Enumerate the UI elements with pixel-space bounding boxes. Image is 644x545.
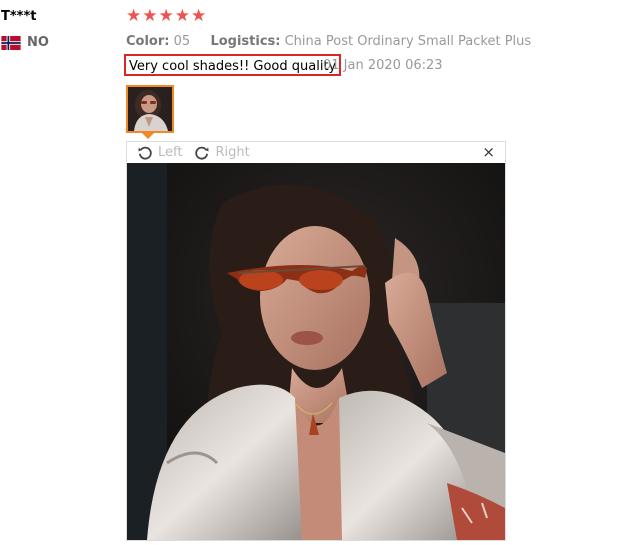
review-photo-large <box>127 163 505 540</box>
review-photo-image <box>127 163 505 540</box>
reviewer-name: T***t <box>1 9 37 24</box>
review-text: Very cool shades!! Good quality <box>124 54 342 76</box>
rotate-left-icon <box>138 146 152 160</box>
close-viewer-button[interactable]: × <box>482 144 495 160</box>
review-photo-thumbnail[interactable] <box>126 85 174 133</box>
star-icon: ★ <box>191 6 207 26</box>
color-label: Color: <box>126 34 170 49</box>
star-icon: ★ <box>174 6 190 26</box>
rotate-left-button[interactable]: Left <box>137 145 182 161</box>
thumbnail-pointer <box>142 133 154 139</box>
logistics-label: Logistics: <box>210 34 281 49</box>
rotate-right-button[interactable]: Right <box>194 145 250 161</box>
thumbnail-image <box>128 87 172 131</box>
star-icon: ★ <box>158 6 174 26</box>
review-date: 01 Jan 2020 06:23 <box>323 58 443 73</box>
norway-flag-icon <box>1 35 21 50</box>
country-code: NO <box>27 35 49 50</box>
star-icon: ★ <box>126 6 142 26</box>
viewer-toolbar: Left Right × <box>127 142 505 163</box>
reviewer-country: NO <box>1 35 49 50</box>
logistics-value: China Post Ordinary Small Packet Plus <box>284 34 532 49</box>
review-meta: Color: 05 Logistics: China Post Ordinary… <box>126 34 531 49</box>
rotate-left-label: Left <box>158 145 183 160</box>
star-rating: ★ ★ ★ ★ ★ <box>126 8 206 25</box>
star-icon: ★ <box>142 6 158 26</box>
color-value: 05 <box>173 34 191 49</box>
rotate-right-label: Right <box>215 145 250 160</box>
rotate-right-icon <box>195 146 210 160</box>
photo-viewer: Left Right × <box>126 141 506 541</box>
